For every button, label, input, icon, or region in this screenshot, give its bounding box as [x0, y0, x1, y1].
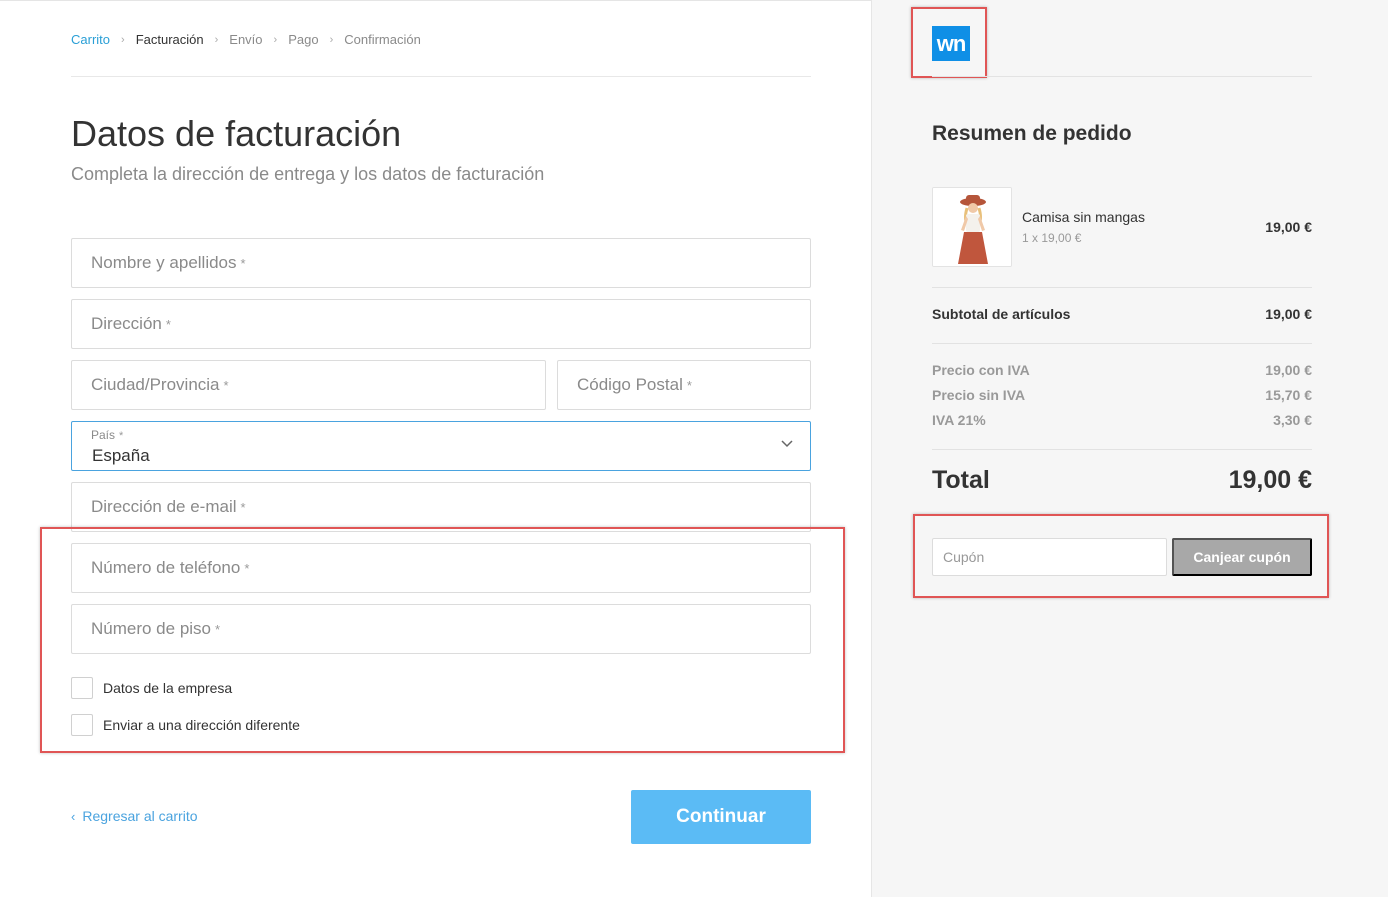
breadcrumb-shipping: Envío — [229, 32, 263, 47]
breadcrumb-separator: › — [329, 34, 334, 46]
email-field[interactable]: Dirección de e-mail * — [71, 482, 811, 532]
total-value: 19,00 € — [1228, 466, 1312, 494]
product-quantity: 1 x 19,00 € — [1022, 231, 1082, 245]
price-with-vat-label: Precio con IVA — [932, 362, 1030, 378]
breadcrumb-billing: Facturación — [135, 32, 204, 47]
postal-code-field[interactable]: Código Postal * — [557, 360, 811, 410]
postal-code-placeholder: Código Postal * — [577, 375, 692, 394]
breadcrumb-separator: › — [121, 34, 125, 46]
breadcrumb-separator: › — [273, 34, 278, 46]
country-select[interactable]: País * España — [71, 421, 811, 471]
continue-button[interactable]: Continuar — [631, 790, 811, 844]
address-field[interactable]: Dirección * — [71, 299, 811, 349]
order-summary-title: Resumen de pedido — [932, 122, 1132, 145]
divider — [71, 76, 811, 77]
email-placeholder: Dirección de e-mail * — [91, 497, 246, 516]
price-with-vat-value: 19,00 € — [1265, 362, 1312, 378]
breadcrumb-separator: › — [214, 34, 219, 46]
subtotal-row: Subtotal de artículos 19,00 € — [932, 306, 1312, 322]
chevron-left-icon: ‹ — [71, 808, 76, 824]
highlight-box — [40, 527, 845, 753]
product-name: Camisa sin mangas — [1022, 209, 1145, 225]
address-placeholder: Dirección * — [91, 314, 171, 333]
city-field[interactable]: Ciudad/Provincia * — [71, 360, 546, 410]
total-label: Total — [932, 466, 990, 494]
price-without-vat-value: 15,70 € — [1265, 387, 1312, 403]
breadcrumb-confirmation: Confirmación — [344, 32, 421, 47]
subtotal-label: Subtotal de artículos — [932, 306, 1071, 322]
divider — [932, 76, 1312, 77]
price-with-vat-row: Precio con IVA 19,00 € — [932, 362, 1312, 378]
highlight-box — [913, 514, 1329, 598]
vat-label: IVA 21% — [932, 412, 986, 428]
total-row: Total 19,00 € — [932, 466, 1312, 495]
full-name-placeholder: Nombre y apellidos * — [91, 253, 246, 272]
subtotal-value: 19,00 € — [1265, 306, 1312, 322]
product-image — [932, 187, 1012, 267]
country-label: País * — [91, 428, 124, 442]
product-price: 19,00 € — [1265, 219, 1312, 235]
vat-row: IVA 21% 3,30 € — [932, 412, 1312, 428]
divider — [932, 343, 1312, 344]
page-title: Datos de facturación — [71, 113, 402, 154]
vat-value: 3,30 € — [1273, 412, 1312, 428]
back-to-cart-label: Regresar al carrito — [82, 808, 198, 824]
full-name-field[interactable]: Nombre y apellidos * — [71, 238, 811, 288]
city-placeholder: Ciudad/Provincia * — [91, 375, 229, 394]
price-without-vat-label: Precio sin IVA — [932, 387, 1026, 403]
breadcrumb-cart[interactable]: Carrito — [71, 32, 110, 48]
back-to-cart-link[interactable]: ‹ Regresar al carrito — [71, 808, 198, 824]
price-without-vat-row: Precio sin IVA 15,70 € — [932, 387, 1312, 403]
divider — [932, 287, 1312, 288]
page-subtitle: Completa la dirección de entrega y los d… — [71, 164, 545, 184]
breadcrumb-payment: Pago — [288, 32, 319, 47]
breadcrumb: Carrito › Facturación › Envío › Pago › C… — [71, 32, 421, 48]
chevron-down-icon — [781, 440, 793, 448]
country-value: España — [92, 446, 150, 465]
divider — [932, 449, 1312, 450]
checkout-form-panel: Carrito › Facturación › Envío › Pago › C… — [0, 0, 871, 897]
product-photo-icon — [933, 188, 1011, 266]
highlight-box — [911, 7, 987, 78]
